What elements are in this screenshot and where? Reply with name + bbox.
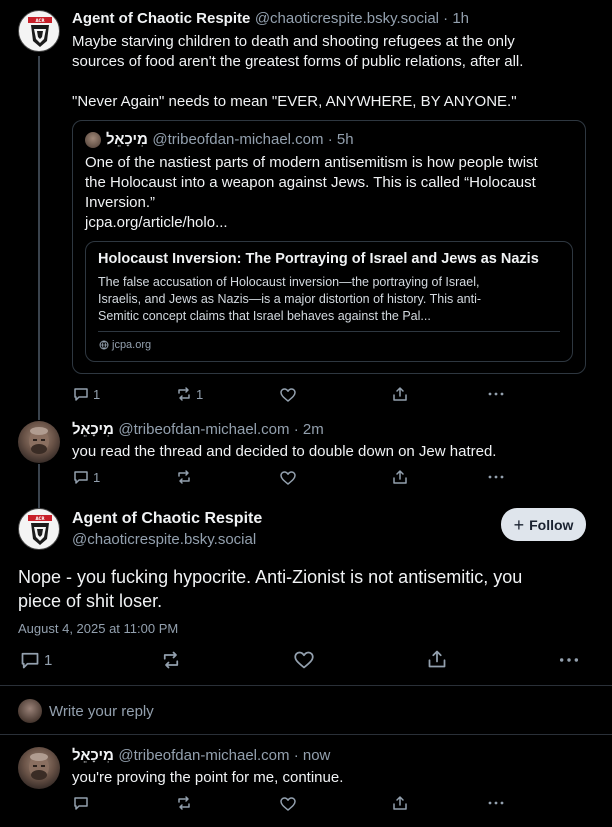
- share-icon: [393, 796, 407, 810]
- thread-line: [38, 464, 40, 508]
- post-text-line: sources of food aren't the greatest form…: [72, 53, 524, 70]
- quote-meta: @tribeofdan-michael.com · 5h: [152, 131, 354, 148]
- follow-button[interactable]: + Follow: [501, 508, 586, 541]
- thread-line: [38, 56, 40, 420]
- post-header: מִיכָאֵל @tribeofdan-michael.com · 2m: [72, 421, 324, 439]
- share-button[interactable]: [392, 386, 408, 402]
- post-text-line: Maybe starving children to death and sho…: [72, 33, 515, 50]
- quote-text-line: One of the nastiest parts of modern anti…: [85, 154, 538, 171]
- avatar-logo-icon: ACR: [28, 17, 52, 47]
- author-name[interactable]: מִיכָאֵל: [72, 747, 114, 764]
- post-header: מִיכָאֵל @tribeofdan-michael.com · now: [72, 747, 330, 765]
- post-text: you read the thread and decided to doubl…: [72, 443, 497, 460]
- author-handle[interactable]: @chaoticrespite.bsky.social: [72, 531, 256, 548]
- link-card-desc: Semitic concept claims that Israel behav…: [98, 309, 431, 323]
- reply-icon: [74, 471, 88, 484]
- repost-button[interactable]: [176, 469, 192, 485]
- like-button[interactable]: [280, 387, 296, 403]
- composer-avatar: [18, 699, 42, 723]
- main-post-text: Nope - you fucking hypocrite. Anti-Zioni…: [18, 567, 523, 587]
- reply-count: 1: [44, 651, 53, 669]
- like-button[interactable]: [280, 796, 296, 812]
- link-card-domain-text: jcpa.org: [112, 339, 152, 351]
- divider: [0, 734, 612, 735]
- link-card-title: Holocaust Inversion: The Portraying of I…: [98, 251, 539, 267]
- author-meta[interactable]: @tribeofdan-michael.com · now: [118, 747, 330, 764]
- share-button[interactable]: [392, 795, 408, 811]
- author-meta[interactable]: @tribeofdan-michael.com · 2m: [118, 421, 323, 438]
- svg-text:ACR: ACR: [35, 18, 44, 23]
- divider: [0, 685, 612, 686]
- reply-icon: [74, 797, 88, 810]
- more-icon: [488, 392, 504, 396]
- repost-button[interactable]: 1: [176, 386, 203, 402]
- share-icon: [393, 470, 407, 484]
- share-button[interactable]: [392, 469, 408, 485]
- reply-icon: [74, 388, 88, 401]
- quote-text-line: the Holocaust into a weapon against Jews…: [85, 174, 536, 191]
- author-name[interactable]: מִיכָאֵל: [72, 421, 114, 438]
- reply-count: 1: [93, 386, 101, 402]
- repost-button[interactable]: [161, 650, 181, 670]
- svg-text:ACR: ACR: [35, 516, 44, 521]
- more-button[interactable]: [487, 795, 505, 811]
- reply-count: 1: [93, 469, 101, 485]
- repost-button[interactable]: [176, 795, 192, 811]
- link-card-desc: Israelis, and Jews as Nazis—is a major d…: [98, 292, 482, 306]
- share-button[interactable]: [427, 649, 447, 669]
- more-icon: [488, 475, 504, 479]
- reply-button[interactable]: 1: [73, 469, 100, 485]
- avatar-photo-icon: [29, 753, 49, 780]
- more-icon: [488, 801, 504, 805]
- author-name[interactable]: Agent of Chaotic Respite: [72, 10, 250, 27]
- post-text: you're proving the point for me, continu…: [72, 769, 344, 786]
- globe-icon: [99, 340, 109, 350]
- avatar-photo-icon: [29, 427, 49, 454]
- author-name[interactable]: Agent of Chaotic Respite: [72, 510, 262, 528]
- more-button[interactable]: [487, 469, 505, 485]
- avatar[interactable]: ACR: [18, 508, 60, 550]
- heart-icon: [280, 471, 296, 485]
- share-icon: [428, 650, 446, 668]
- repost-icon: [178, 796, 190, 810]
- author-meta[interactable]: @chaoticrespite.bsky.social · 1h: [255, 10, 469, 27]
- reply-composer[interactable]: Write your reply: [49, 703, 154, 720]
- more-button[interactable]: [487, 386, 505, 402]
- reply-icon: [21, 652, 39, 669]
- plus-icon: +: [513, 514, 525, 535]
- link-card-divider: [98, 331, 560, 332]
- follow-label: Follow: [529, 516, 574, 533]
- repost-icon: [178, 470, 190, 484]
- heart-icon: [280, 388, 296, 402]
- quote-avatar: [85, 132, 101, 148]
- avatar-logo-icon: ACR: [28, 515, 52, 545]
- timestamp[interactable]: August 4, 2025 at 11:00 PM: [18, 621, 178, 636]
- like-button[interactable]: [294, 650, 314, 670]
- repost-count: 1: [196, 386, 204, 402]
- post-text-line: "Never Again" needs to mean "EVER, ANYWH…: [72, 93, 517, 110]
- quote-text-line: Inversion.”: [85, 194, 156, 211]
- link-card-desc: The false accusation of Holocaust invers…: [98, 275, 480, 289]
- heart-icon: [280, 797, 296, 811]
- like-button[interactable]: [280, 470, 296, 486]
- link-card-domain: jcpa.org: [99, 339, 151, 351]
- repost-icon: [163, 651, 179, 669]
- post-header: Agent of Chaotic Respite @chaoticrespite…: [72, 10, 469, 28]
- more-icon: [559, 658, 579, 662]
- avatar[interactable]: [18, 421, 60, 463]
- share-icon: [393, 387, 407, 401]
- avatar[interactable]: [18, 747, 60, 789]
- reply-button[interactable]: [73, 795, 89, 811]
- quote-author: מִיכָאֵל: [106, 131, 148, 148]
- reply-button[interactable]: 1: [20, 650, 52, 670]
- quote-header: מִיכָאֵל @tribeofdan-michael.com · 5h: [106, 131, 354, 149]
- more-button[interactable]: [558, 650, 580, 670]
- reply-button[interactable]: 1: [73, 386, 100, 402]
- heart-icon: [294, 651, 314, 669]
- quote-link[interactable]: jcpa.org/article/holo...: [85, 213, 228, 233]
- repost-icon: [178, 387, 190, 401]
- avatar[interactable]: ACR: [18, 10, 60, 52]
- main-post-text: piece of shit loser.: [18, 591, 163, 611]
